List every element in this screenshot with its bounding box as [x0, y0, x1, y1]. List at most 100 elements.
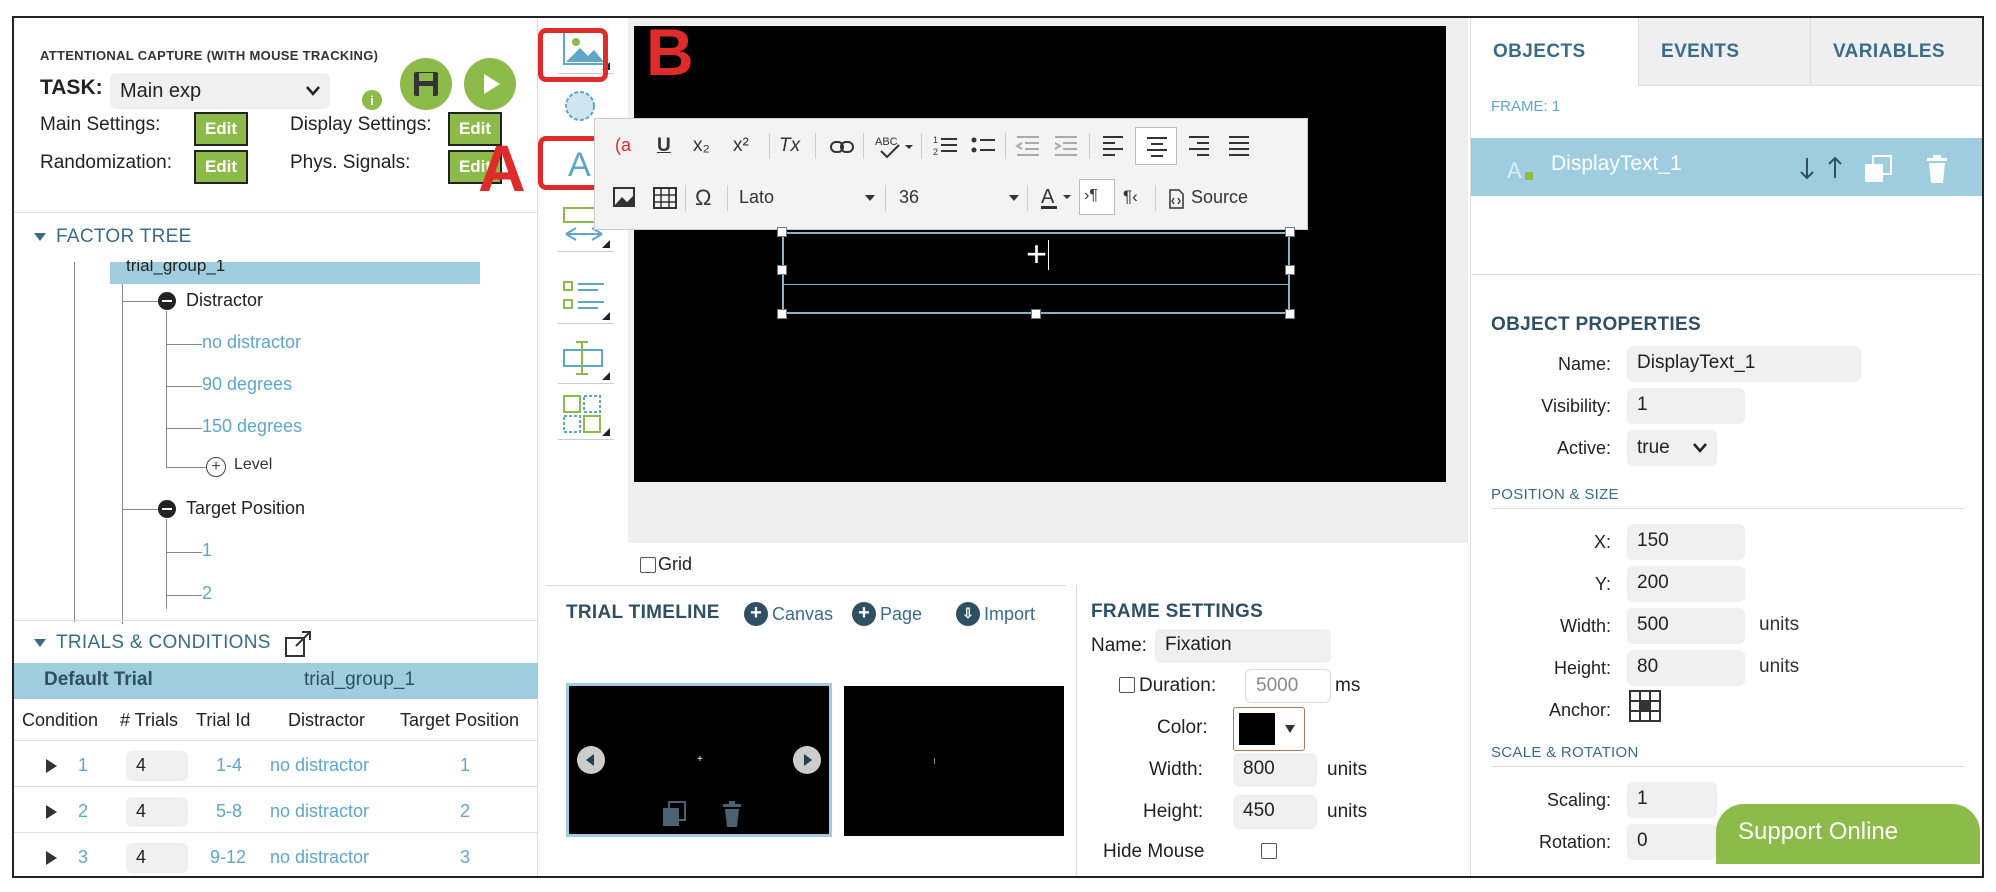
frame-thumbnail[interactable]	[844, 686, 1064, 836]
prop-y-input[interactable]: 200	[1627, 566, 1745, 602]
import-button[interactable]: ⇩ Import	[956, 602, 1035, 626]
numbered-list-icon[interactable]: 1 2	[933, 133, 959, 159]
source-button[interactable]: Source	[1191, 187, 1248, 208]
info-icon[interactable]: i	[362, 90, 382, 110]
superscript-button[interactable]: x²	[733, 135, 749, 157]
trash-icon[interactable]	[721, 800, 743, 828]
add-page-button[interactable]: + Page	[852, 602, 922, 626]
hide-mouse-checkbox[interactable]	[1261, 843, 1277, 859]
add-level-icon[interactable]: +	[206, 457, 226, 477]
tab-objects[interactable]: OBJECTS	[1471, 18, 1639, 86]
indent-icon[interactable]	[1053, 135, 1079, 157]
expand-row-icon[interactable]	[46, 759, 57, 773]
expand-row-icon[interactable]	[46, 805, 57, 819]
reorder-icon[interactable]	[1797, 156, 1845, 180]
delete-icon[interactable]	[1925, 154, 1949, 184]
ltr-button[interactable]: ›¶	[1079, 179, 1115, 215]
prop-height-input[interactable]: 80	[1627, 650, 1745, 686]
support-online-button[interactable]: Support Online	[1716, 804, 1980, 864]
annotation-label-b: B	[646, 16, 694, 89]
subscript-button[interactable]: x₂	[693, 135, 710, 157]
run-button[interactable]	[464, 58, 516, 110]
external-link-icon[interactable]	[284, 630, 314, 658]
prop-visibility-input[interactable]: 1	[1627, 388, 1745, 424]
insert-image-icon[interactable]	[613, 187, 635, 207]
expand-row-icon[interactable]	[46, 851, 57, 865]
clear-format-button[interactable]: Tx	[779, 135, 800, 157]
duration-checkbox[interactable]	[1119, 677, 1135, 693]
list-tool[interactable]	[558, 276, 614, 324]
add-canvas-button[interactable]: + Canvas	[744, 602, 833, 626]
frame-width-input[interactable]: 800	[1233, 753, 1317, 787]
frame-height-input[interactable]: 450	[1233, 795, 1317, 829]
resize-handle[interactable]	[1031, 309, 1041, 319]
input-tool[interactable]	[558, 336, 614, 384]
spellcheck-icon[interactable]: ABC	[875, 133, 913, 159]
align-center-button[interactable]	[1135, 127, 1177, 165]
special-char-button[interactable]: Ω	[695, 185, 711, 211]
prop-active-select[interactable]: true	[1627, 430, 1717, 466]
outdent-icon[interactable]	[1015, 135, 1041, 157]
justify-icon[interactable]	[1227, 135, 1251, 157]
collapse-icon[interactable]	[158, 292, 176, 310]
save-button[interactable]	[400, 58, 452, 110]
tab-events[interactable]: EVENTS	[1639, 18, 1811, 86]
collapse-icon[interactable]	[158, 500, 176, 518]
main-settings-edit-button[interactable]: Edit	[194, 112, 248, 146]
resize-handle[interactable]	[777, 309, 787, 319]
resize-handle[interactable]	[777, 227, 787, 237]
prop-name-input[interactable]: DisplayText_1	[1627, 346, 1861, 382]
text-color-icon[interactable]: A	[1039, 183, 1073, 211]
add-level-label[interactable]: Level	[234, 456, 272, 474]
left-panel: ATTENTIONAL CAPTURE (WITH MOUSE TRACKING…	[14, 18, 538, 876]
resize-handle[interactable]	[1285, 265, 1295, 275]
copy-icon[interactable]	[661, 800, 687, 828]
table-icon[interactable]	[653, 187, 677, 209]
level-item[interactable]: 1	[202, 540, 212, 561]
resize-handle[interactable]	[1285, 227, 1295, 237]
underline-button[interactable]: U	[657, 135, 671, 157]
tab-variables[interactable]: VARIABLES	[1811, 18, 1982, 86]
anchor-grid-icon[interactable]	[1629, 690, 1661, 722]
display-text-object[interactable]: +	[782, 232, 1290, 314]
move-right-button[interactable]	[793, 746, 821, 774]
frame-name-input[interactable]: Fixation	[1155, 629, 1331, 663]
grid-toggle[interactable]: Grid	[640, 554, 692, 575]
grid-checkbox[interactable]	[640, 556, 656, 573]
move-left-button[interactable]	[577, 746, 605, 774]
bidi-icon[interactable]: (a	[615, 135, 631, 156]
level-item[interactable]: 90 degrees	[202, 374, 292, 395]
align-left-icon[interactable]	[1101, 135, 1125, 157]
task-select[interactable]: Main exp	[110, 73, 330, 109]
object-list-item[interactable]	[1471, 138, 1982, 196]
randomization-edit-button[interactable]: Edit	[194, 150, 248, 184]
prop-scaling-input[interactable]: 1	[1627, 782, 1717, 818]
factor-tree-toggle[interactable]: FACTOR TREE	[34, 226, 192, 248]
trials-count-input[interactable]: 4	[126, 843, 188, 873]
toolbar-separator	[921, 133, 922, 159]
bullet-list-icon[interactable]	[971, 133, 997, 159]
level-item[interactable]: 2	[202, 583, 212, 604]
trials-count-input[interactable]: 4	[126, 751, 188, 781]
rtl-button[interactable]: ¶‹	[1123, 187, 1138, 207]
prop-rotation-input[interactable]: 0	[1627, 824, 1717, 860]
frame-thumbnail-selected[interactable]: +	[566, 683, 832, 837]
scale-rotation-heading: SCALE & ROTATION	[1491, 744, 1639, 761]
align-right-icon[interactable]	[1187, 135, 1211, 157]
font-family-select[interactable]: Lato	[739, 187, 774, 208]
trials-count-input[interactable]: 4	[126, 797, 188, 827]
tree-group-label[interactable]: trial_group_1	[126, 260, 225, 280]
level-item[interactable]: 150 degrees	[202, 416, 302, 437]
trials-toggle[interactable]: TRIALS & CONDITIONS	[34, 632, 271, 654]
prop-width-input[interactable]: 500	[1627, 608, 1745, 644]
duration-input[interactable]: 5000	[1245, 669, 1331, 703]
duplicate-icon[interactable]	[1863, 154, 1893, 184]
frame-color-picker[interactable]	[1233, 707, 1305, 751]
font-size-select[interactable]: 36	[899, 187, 919, 208]
prop-x-input[interactable]: 150	[1627, 524, 1745, 560]
resize-handle[interactable]	[1285, 309, 1295, 319]
grid-tool[interactable]	[558, 392, 614, 440]
link-icon[interactable]	[829, 137, 855, 157]
resize-handle[interactable]	[777, 265, 787, 275]
level-item[interactable]: no distractor	[202, 332, 301, 353]
